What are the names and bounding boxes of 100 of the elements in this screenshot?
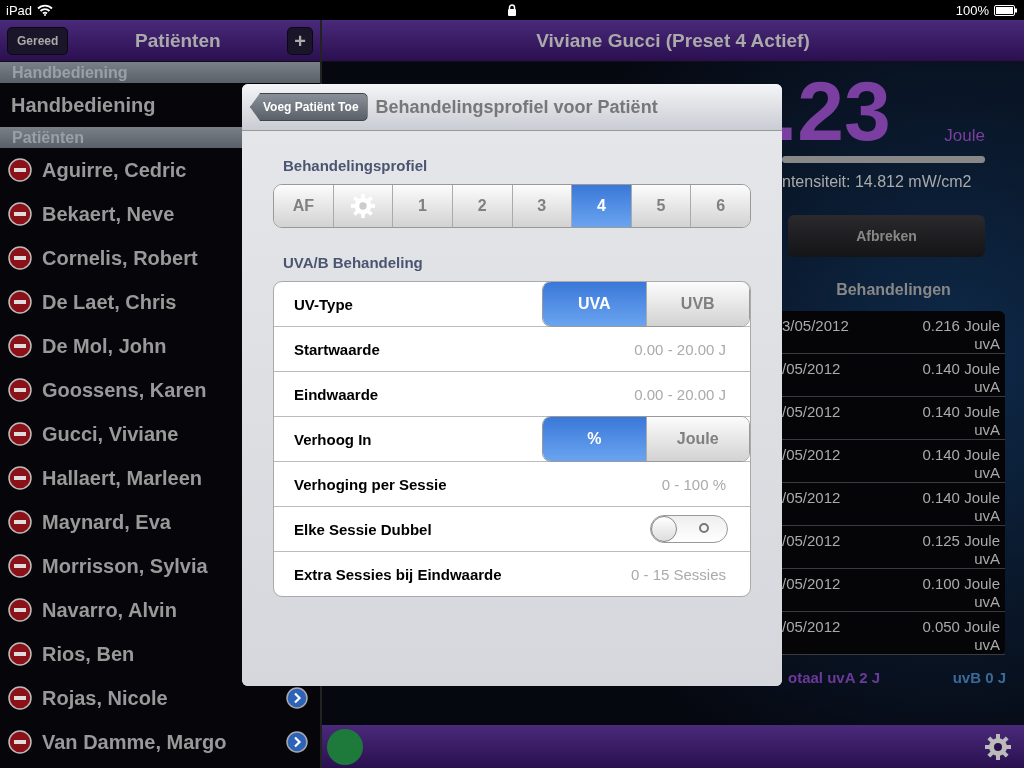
input-field[interactable]: 0 - 100 % (524, 474, 728, 494)
popover-title: Behandelingsprofiel voor Patiënt (375, 96, 658, 118)
treatment-amount: 0.140 Joule (922, 403, 1000, 421)
treatment-type: uvA (974, 550, 1000, 568)
sidebar-title: Patiënten (135, 29, 221, 52)
delete-icon[interactable] (8, 598, 32, 622)
option-segment[interactable]: UVB (646, 282, 749, 326)
dose-unit: Joule (944, 126, 985, 146)
patient-name: Rios, Ben (42, 642, 135, 666)
treatment-amount: 0.100 Joule (922, 575, 1000, 593)
chevron-icon[interactable] (286, 731, 308, 753)
device-name: iPad (6, 2, 33, 18)
total-uvb: uvB 0 J (952, 669, 1006, 686)
treatment-date: /05/2012 (782, 575, 841, 594)
delete-icon[interactable] (8, 642, 32, 666)
delete-icon[interactable] (8, 246, 32, 270)
delete-icon[interactable] (8, 686, 32, 710)
treatment-date: /05/2012 (782, 446, 841, 465)
add-button[interactable]: + (287, 26, 313, 55)
input-field[interactable]: 0.00 - 20.00 J (524, 339, 728, 359)
total-uva: otaal uvA 2 J (788, 669, 880, 686)
section-label: Behandelingsprofiel (283, 157, 429, 174)
patient-name: Rojas, Nicole (42, 686, 168, 710)
profile-segment[interactable]: 2 (452, 185, 513, 227)
history-title: Behandelingen (835, 281, 952, 299)
settings-icon[interactable] (984, 732, 1012, 761)
treatment-date: /05/2012 (782, 618, 841, 637)
patient-name: De Mol, John (42, 334, 167, 358)
patient-name: Van Damme, Margo (42, 730, 227, 754)
section-label: UVA/B Behandeling (283, 254, 424, 271)
patient-name: Hallaert, Marleen (42, 466, 203, 490)
delete-icon[interactable] (8, 554, 32, 578)
delete-icon[interactable] (8, 202, 32, 226)
profile-segment[interactable]: 3 (512, 185, 573, 227)
dose-value: .23 (774, 72, 891, 150)
treatment-date: /05/2012 (782, 360, 841, 379)
intensity-text: ntensiteit: 14.812 mW/cm2 (782, 173, 973, 191)
section-header: Handbediening (0, 62, 320, 83)
wifi-icon (37, 4, 54, 16)
setting-label: Extra Sessies bij Eindwaarde (294, 565, 502, 583)
patient-name: Maynard, Eva (42, 510, 171, 534)
profile-segment[interactable]: 1 (393, 185, 453, 227)
treatment-type: uvA (974, 593, 1000, 611)
treatment-amount: 0.125 Joule (922, 532, 1000, 550)
treatment-amount: 0.140 Joule (922, 360, 1000, 378)
treatment-type: uvA (974, 335, 1000, 353)
delete-icon[interactable] (8, 422, 32, 446)
patient-name: Handbediening (11, 93, 156, 117)
delete-icon[interactable] (8, 510, 32, 534)
treatment-amount: 0.216 Joule (922, 317, 1000, 335)
status-indicator (327, 728, 363, 765)
setting-label: UV-Type (294, 295, 353, 313)
input-field[interactable]: 0 - 15 Sessies (524, 564, 728, 584)
patient-name: Goossens, Karen (42, 378, 207, 402)
battery-percent: 100% (955, 2, 989, 18)
delete-icon[interactable] (8, 334, 32, 358)
treatment-type: uvA (974, 421, 1000, 439)
treatment-date: /05/2012 (782, 532, 841, 551)
option-segment[interactable]: % (543, 417, 647, 461)
treatment-type: uvA (974, 636, 1000, 654)
lock-icon (507, 4, 517, 16)
profile-segment[interactable]: 4 (572, 185, 632, 227)
battery-icon (994, 4, 1018, 16)
delete-icon[interactable] (8, 378, 32, 402)
chevron-icon[interactable] (286, 687, 308, 709)
profile-segment[interactable]: 6 (691, 185, 750, 227)
option-segment[interactable]: Joule (646, 417, 749, 461)
toggle-switch[interactable] (650, 515, 728, 543)
patient-name: Bekaert, Neve (42, 202, 175, 226)
treatment-type: uvA (974, 378, 1000, 396)
treatment-amount: 0.140 Joule (922, 489, 1000, 507)
treatment-date: /05/2012 (782, 403, 841, 422)
treatment-amount: 0.140 Joule (922, 446, 1000, 464)
abort-button[interactable]: Afbreken (788, 215, 985, 257)
setting-label: Eindwaarde (294, 385, 379, 403)
profile-segment[interactable]: AF (274, 185, 334, 227)
option-segment[interactable]: UVA (543, 282, 647, 326)
patient-name: Morrisson, Sylvia (42, 554, 208, 578)
setting-label: Startwaarde (294, 340, 380, 358)
patient-name: De Laet, Chris (42, 290, 177, 314)
profile-segment[interactable]: 5 (631, 185, 692, 227)
patient-name: Aguirre, Cedric (42, 158, 187, 182)
setting-label: Verhoging per Sessie (294, 475, 447, 493)
setting-label: Elke Sessie Dubbel (294, 520, 432, 538)
back-button[interactable]: Voeg Patiënt Toe (250, 93, 368, 121)
done-button[interactable]: Gereed (7, 26, 69, 55)
treatment-date: /05/2012 (782, 489, 841, 508)
delete-icon[interactable] (8, 466, 32, 490)
treatment-type: uvA (974, 464, 1000, 482)
delete-icon[interactable] (8, 730, 32, 754)
setting-label: Verhoog In (294, 430, 372, 448)
treatment-date: 3/05/2012 (782, 317, 849, 336)
treatment-type: uvA (974, 507, 1000, 525)
settings-icon (349, 193, 376, 219)
input-field[interactable]: 0.00 - 20.00 J (524, 384, 728, 404)
treatment-amount: 0.050 Joule (922, 618, 1000, 636)
delete-icon[interactable] (8, 290, 32, 314)
delete-icon[interactable] (8, 158, 32, 182)
patient-name: Navarro, Alvin (42, 598, 177, 622)
patient-name: Cornelis, Robert (42, 246, 198, 270)
